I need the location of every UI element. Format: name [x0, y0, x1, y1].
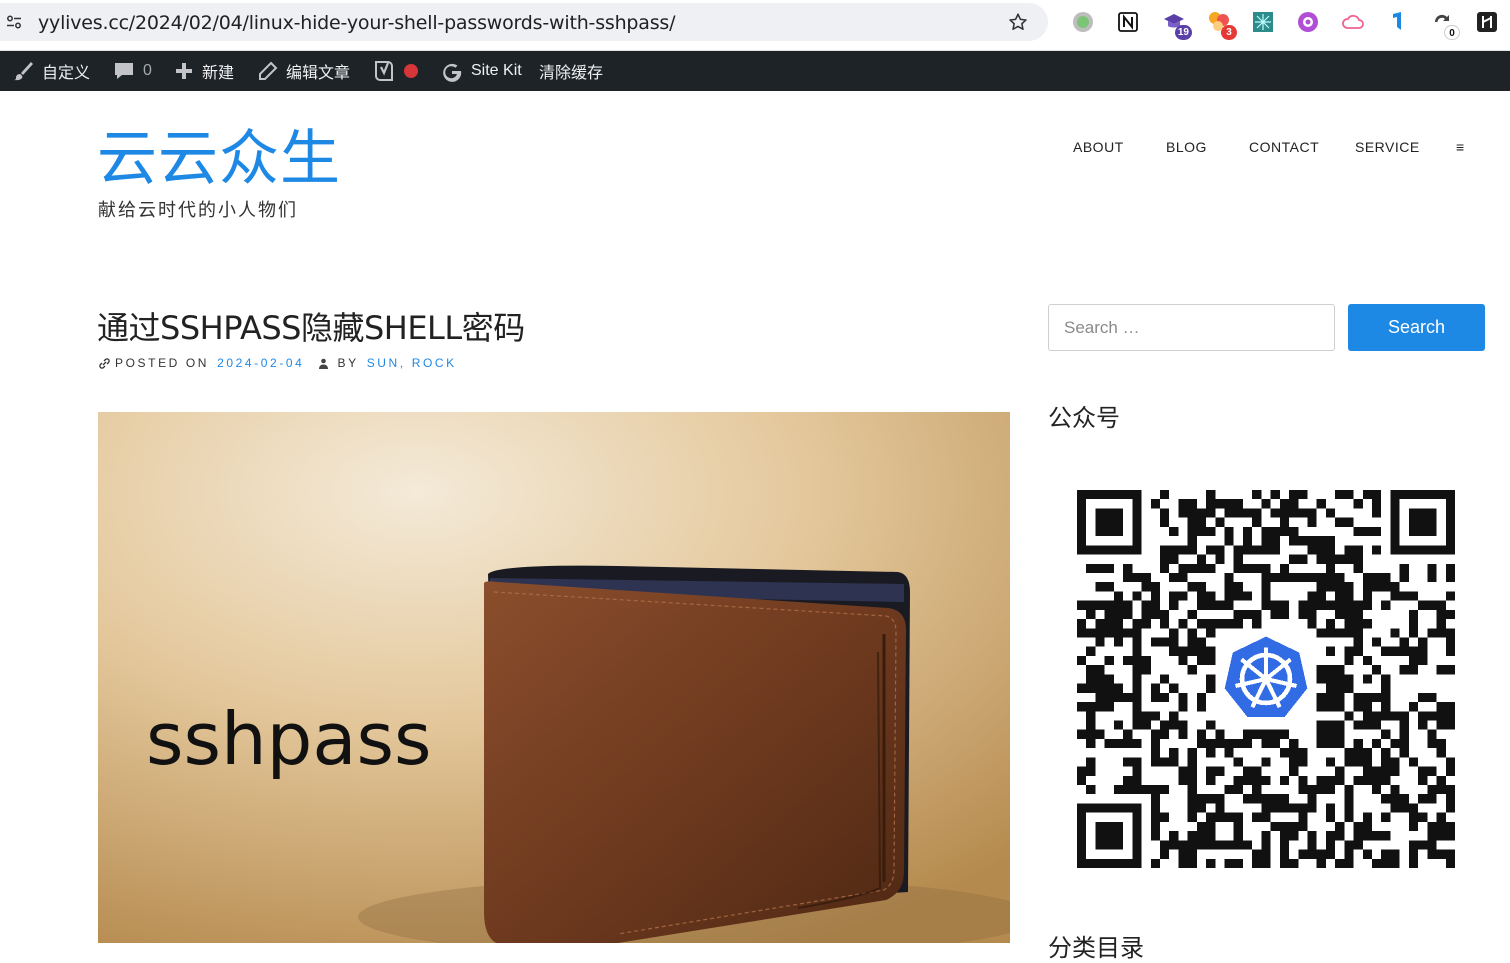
browser-toolbar: yylives.cc/2024/02/04/linux-hide-your-sh… [0, 0, 1510, 51]
google-g-icon [443, 63, 462, 82]
comments-menu-item[interactable]: 0 [113, 51, 152, 91]
categories-widget-title: 分类目录 [1048, 934, 1144, 962]
site-description: 献给云时代的小人物们 [98, 200, 298, 220]
extension-badge: 0 [1444, 25, 1460, 40]
address-bar[interactable]: yylives.cc/2024/02/04/linux-hide-your-sh… [0, 3, 1048, 41]
cluster-extension-icon[interactable]: 3 [1207, 10, 1237, 40]
edit-post-menu-item[interactable]: 编辑文章 [257, 51, 350, 91]
cloud-extension-icon[interactable] [1341, 10, 1365, 34]
clear-cache-label: 清除缓存 [539, 65, 604, 82]
dark-square-extension-icon[interactable] [1475, 10, 1499, 34]
url-text[interactable]: yylives.cc/2024/02/04/linux-hide-your-sh… [38, 12, 676, 34]
author-icon [319, 358, 329, 369]
post-date-link[interactable]: 2024-02-04 [217, 356, 304, 370]
post-title: 通过SSHPASS隐藏SHELL密码 [97, 309, 525, 347]
post-meta: POSTED ON 2024-02-04 BY SUN, ROCK [98, 356, 457, 370]
green-circle-extension-icon[interactable] [1071, 10, 1095, 34]
wechat-widget-title: 公众号 [1048, 404, 1120, 432]
yoast-menu-item[interactable] [372, 51, 418, 91]
blue-ribbon-extension-icon[interactable] [1385, 10, 1409, 34]
posted-on-label: POSTED ON [115, 356, 210, 370]
extension-badge: 3 [1221, 25, 1237, 40]
customize-label: 自定义 [42, 65, 91, 82]
yoast-icon [375, 61, 393, 81]
site-info-icon[interactable] [6, 14, 22, 30]
clear-cache-menu-item[interactable]: 清除缓存 [539, 51, 603, 91]
nav-item-service[interactable]: SERVICE [1355, 139, 1420, 155]
plus-icon [176, 63, 192, 79]
site-kit-label: Site Kit [471, 62, 522, 79]
paintbrush-icon [14, 62, 33, 81]
link-icon [99, 357, 110, 369]
bookmark-star-icon[interactable] [1007, 11, 1029, 33]
refresh-counter-extension-icon[interactable]: 0 [1430, 10, 1460, 40]
customize-menu-item[interactable]: 自定义 [12, 51, 90, 91]
post-authors-link[interactable]: SUN, ROCK [367, 356, 457, 370]
extension-badge: 19 [1174, 25, 1192, 40]
network-extension-icon[interactable] [1251, 10, 1275, 34]
graduation-extension-icon[interactable]: 19 [1162, 10, 1192, 40]
site-title[interactable]: 云云众生 [97, 124, 341, 194]
image-caption: sshpass [146, 697, 432, 781]
nav-item-contact[interactable]: CONTACT [1249, 139, 1319, 155]
site-kit-menu-item[interactable]: Site Kit [441, 51, 522, 91]
hamburger-menu-icon[interactable]: ≡ [1456, 139, 1465, 155]
new-content-menu-item[interactable]: 新建 [174, 51, 234, 91]
wp-admin-bar: 自定义 0 新建 编辑文章 Site Kit 清除缓存 [0, 51, 1510, 91]
search-button[interactable]: Search [1348, 304, 1485, 351]
search-input[interactable] [1048, 304, 1335, 351]
seo-status-dot [404, 64, 418, 78]
wechat-qr-code [1077, 490, 1455, 868]
comment-bubble-icon [115, 63, 133, 79]
nav-item-about[interactable]: ABOUT [1073, 139, 1124, 155]
notion-extension-icon[interactable] [1116, 10, 1140, 34]
by-label: BY [337, 356, 359, 370]
comments-count: 0 [143, 62, 152, 79]
purple-extension-icon[interactable] [1296, 10, 1320, 34]
nav-item-blog[interactable]: BLOG [1166, 139, 1207, 155]
edit-post-label: 编辑文章 [286, 65, 351, 82]
new-label: 新建 [202, 65, 235, 82]
featured-image: sshpass [98, 412, 1010, 943]
pencil-icon [259, 61, 278, 80]
